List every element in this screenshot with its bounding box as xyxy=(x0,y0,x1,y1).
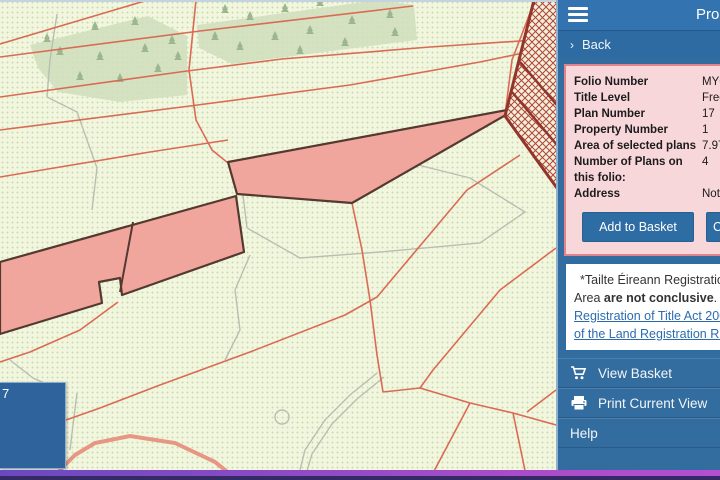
registration-act-link[interactable]: Registration of Title Act 2006 and xyxy=(574,307,720,325)
property-row: Title LevelFreehold xyxy=(574,90,720,106)
property-row-value: 7.97 hectares xyxy=(702,138,720,154)
property-row: AddressNot Available xyxy=(574,186,720,202)
sidebar-panel: Property Details › Back Folio NumberMY66… xyxy=(556,0,720,470)
disclaimer-line2: Area are not conclusive. See the xyxy=(574,289,720,307)
property-row: Area of selected plans7.97 hectares xyxy=(574,138,720,154)
hamburger-icon[interactable] xyxy=(568,7,588,25)
property-row-label: Title Level xyxy=(574,90,702,106)
property-row-label: Property Number xyxy=(574,122,702,138)
back-button[interactable]: › Back xyxy=(558,30,720,58)
property-row-label: Folio Number xyxy=(574,74,702,90)
menu-item-label: View Basket xyxy=(598,366,672,381)
road-line xyxy=(60,436,235,470)
property-row: Number of Plans on this folio:4 xyxy=(574,154,720,186)
property-row: Property Number1 xyxy=(574,122,720,138)
plan-number-tooltip-label: 7 xyxy=(2,386,9,401)
add-to-basket-button[interactable]: Add to Basket xyxy=(582,212,694,242)
property-row-value: 17 xyxy=(702,106,715,122)
land-registration-rules-link[interactable]: of the Land Registration Rules xyxy=(574,325,720,343)
disclaimer-box: *Tailte Éireann Registration Boundaries … xyxy=(564,262,720,352)
forest-areas xyxy=(30,0,417,102)
menu-item-label: Help xyxy=(570,426,598,441)
sidebar-menu: View Basket Print Current ViewHelp xyxy=(558,358,720,448)
property-row-value: MY662 xyxy=(702,74,720,90)
bottom-accent-bar xyxy=(0,470,720,480)
property-row-label: Area of selected plans xyxy=(574,138,702,154)
property-details-panel: Folio NumberMY662Title LevelFreeholdPlan… xyxy=(564,64,720,256)
property-row-value: Freehold xyxy=(702,90,720,106)
property-details-table: Folio NumberMY662Title LevelFreeholdPlan… xyxy=(574,74,720,202)
menu-item-view-basket[interactable]: View Basket xyxy=(558,358,720,388)
property-row: Folio NumberMY662 xyxy=(574,74,720,90)
page-title: Property Details xyxy=(696,6,720,23)
menu-item-print-current-view[interactable]: Print Current View xyxy=(558,388,720,418)
printer-icon xyxy=(570,395,588,411)
property-row-label: Number of Plans on this folio: xyxy=(574,154,702,186)
chevron-right-icon: › xyxy=(570,38,574,52)
app-window: { "header": { "title": "Property Details… xyxy=(0,0,720,480)
property-row-value: Not Available xyxy=(702,186,720,202)
plan-number-tooltip: 7 xyxy=(0,382,66,469)
menu-item-label: Print Current View xyxy=(598,396,707,411)
hatched-parcel xyxy=(505,0,556,220)
property-row-label: Plan Number xyxy=(574,106,702,122)
map-top-edge xyxy=(0,0,556,2)
basket-icon xyxy=(570,365,588,381)
clear-button[interactable]: Clear Selection xyxy=(706,212,720,242)
property-row: Plan Number17 xyxy=(574,106,720,122)
sidebar-header: Property Details xyxy=(558,0,720,30)
map-canvas[interactable]: 7 xyxy=(0,0,556,470)
back-button-label: Back xyxy=(582,37,611,52)
property-row-value: 4 xyxy=(702,154,708,186)
menu-item-help[interactable]: Help xyxy=(558,418,720,448)
property-row-value: 1 xyxy=(702,122,708,138)
disclaimer-line1: *Tailte Éireann Registration Boundaries xyxy=(574,271,720,289)
map-layers xyxy=(0,0,556,470)
property-action-buttons: Add to Basket Clear Selection xyxy=(574,212,720,242)
property-row-label: Address xyxy=(574,186,702,202)
